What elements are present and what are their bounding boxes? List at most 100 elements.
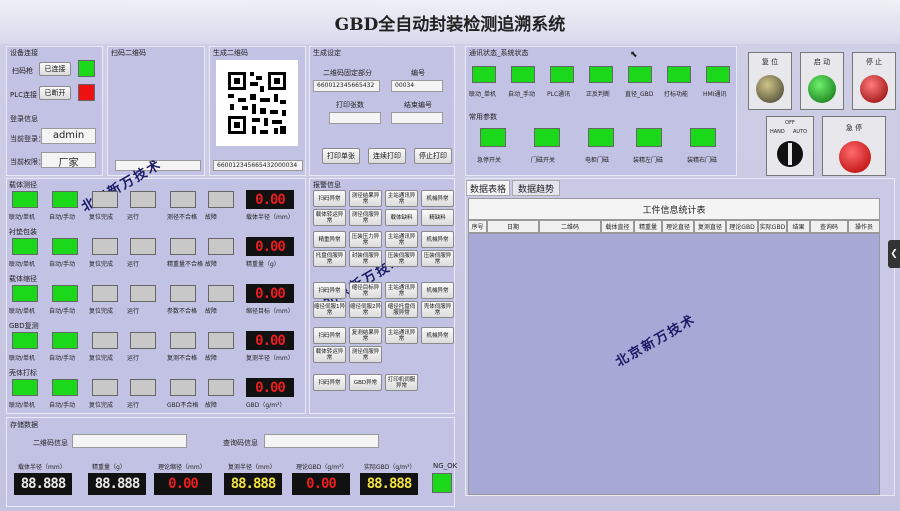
- alarm-item[interactable]: 机械异常: [421, 282, 454, 299]
- qr-section-label: 生成二维码: [213, 49, 248, 57]
- station-led: [208, 285, 234, 302]
- station-led-label: 故障: [205, 214, 218, 221]
- table-column-header[interactable]: 载体直径: [601, 220, 634, 233]
- alarm-item[interactable]: 主站通讯异常: [385, 190, 418, 207]
- title-bar: GBD全自动封装检测追溯系统: [0, 0, 900, 44]
- estop-hw-button[interactable]: 急 停: [822, 116, 886, 176]
- storage-qr-label: 二维码信息: [33, 439, 68, 447]
- stop-hw-button[interactable]: 停 止: [852, 52, 896, 110]
- alarm-item[interactable]: 封装伺服异常: [349, 250, 382, 267]
- station-led-label: 故障: [205, 261, 218, 268]
- comm-led: [550, 66, 574, 83]
- user-field[interactable]: admin: [41, 128, 96, 144]
- print-once-button[interactable]: 打印单张: [322, 148, 360, 164]
- table-column-header[interactable]: 复测直径: [694, 220, 726, 233]
- table-column-header[interactable]: 序号: [468, 220, 487, 233]
- bottom-meter-label: 实际GBD（g/m³）: [364, 464, 416, 471]
- station-led-label: 自动/手动: [49, 402, 76, 409]
- storage-qr-input[interactable]: [72, 434, 187, 448]
- bottom-meter: 88.888: [88, 473, 146, 495]
- tab-data-trend[interactable]: 数据趋势: [512, 180, 560, 196]
- alarm-item[interactable]: 精重异常: [313, 231, 346, 248]
- alarm-item[interactable]: 压装伺服异常: [421, 250, 454, 267]
- scanner-led: [78, 60, 95, 77]
- table-column-header[interactable]: 理论直径: [662, 220, 694, 233]
- alarm-item[interactable]: 缩径目标异常: [349, 282, 382, 299]
- station-led-label: 联动/单机: [9, 261, 36, 268]
- alarm-item[interactable]: 压装伺服异常: [385, 250, 418, 267]
- mode-selector[interactable]: OFF HAND AUTO: [766, 116, 814, 176]
- alarm-item[interactable]: 壳体伺服异常: [421, 301, 454, 318]
- table-column-header[interactable]: 二维码: [539, 220, 601, 233]
- ng-ok-label: NG_OK: [433, 462, 458, 470]
- alarm-item[interactable]: 载体转运异常: [313, 209, 346, 226]
- alarm-item[interactable]: GBD异常: [349, 374, 382, 391]
- station-led: [170, 191, 196, 208]
- login-section-label: 登录信息: [10, 115, 38, 123]
- station-led-label: 联动/单机: [9, 402, 36, 409]
- alarm-item[interactable]: 复测结果异常: [349, 327, 382, 344]
- storage-section-label: 存储数据: [10, 421, 38, 429]
- station-led-label: 联动/单机: [9, 214, 36, 221]
- comm-led: [589, 66, 613, 83]
- selector-handle-icon: [788, 143, 792, 165]
- alarm-item[interactable]: 扫码异常: [313, 282, 346, 299]
- alarm-item[interactable]: 缩径伺服1异常: [313, 301, 346, 318]
- alarm-item[interactable]: 扫码异常: [313, 374, 346, 391]
- number-input[interactable]: 00034: [391, 80, 443, 92]
- alarm-item[interactable]: 机械异常: [421, 327, 454, 344]
- alarm-item[interactable]: 主站通讯异常: [385, 231, 418, 248]
- reset-hw-button[interactable]: 复 位: [748, 52, 792, 110]
- alarm-item[interactable]: 缩径托盘伺服异常: [385, 301, 418, 318]
- alarm-item[interactable]: 缩径伺服2异常: [349, 301, 382, 318]
- fixed-part-input[interactable]: 660012345665432: [313, 80, 380, 92]
- print-continuous-button[interactable]: 连续打印: [368, 148, 406, 164]
- start-hw-button[interactable]: 启 动: [800, 52, 844, 110]
- alarm-item[interactable]: 压装压力异常: [349, 231, 382, 248]
- station-led-label: 复位完成: [89, 214, 114, 221]
- stop-print-button[interactable]: 停止打印: [414, 148, 452, 164]
- station-led: [52, 191, 78, 208]
- station-meter-label: GBD（g/m³）: [246, 402, 286, 409]
- station-led: [12, 285, 38, 302]
- param-label: 门磁开关: [531, 157, 556, 164]
- alarm-item[interactable]: 精缺料: [421, 209, 454, 226]
- alarm-item[interactable]: 机械异常: [421, 231, 454, 248]
- table-column-header[interactable]: 精重量: [634, 220, 662, 233]
- alarm-item[interactable]: 载体缺料: [385, 209, 418, 226]
- table-column-header[interactable]: 理论GBD: [726, 220, 758, 233]
- alarm-item[interactable]: 机械异常: [421, 190, 454, 207]
- alarm-item[interactable]: 测径伺服异常: [349, 209, 382, 226]
- alarm-item[interactable]: 测径结果异常: [349, 190, 382, 207]
- end-number-input[interactable]: [391, 112, 443, 124]
- alarm-item[interactable]: 扫码异常: [313, 327, 346, 344]
- alarm-item[interactable]: 打印机伺服异常: [385, 374, 418, 391]
- station-led-label: 运行: [127, 308, 140, 315]
- perm-field[interactable]: 厂家: [41, 152, 96, 168]
- station-led: [12, 238, 38, 255]
- table-column-header[interactable]: 结果: [787, 220, 810, 233]
- alarm-item[interactable]: 扫码异常: [313, 190, 346, 207]
- plc-status-button[interactable]: 已断开: [39, 86, 71, 100]
- alarm-item[interactable]: 主站通讯异常: [385, 327, 418, 344]
- table-body[interactable]: [468, 233, 880, 495]
- alarm-item[interactable]: 托盘伺服异常: [313, 250, 346, 267]
- side-collapse-icon[interactable]: ❮: [888, 240, 900, 268]
- station-meter: 0.00: [246, 331, 294, 350]
- param-label: 装精右门磁: [687, 157, 718, 164]
- alarm-item[interactable]: 主站通讯异常: [385, 282, 418, 299]
- bottom-meter: 88.888: [360, 473, 418, 495]
- alarm-item[interactable]: 测径伺服异常: [349, 346, 382, 363]
- table-column-header[interactable]: 日期: [487, 220, 539, 233]
- storage-query-input[interactable]: [264, 434, 379, 448]
- table-title: 工件信息统计表: [468, 198, 880, 220]
- table-column-header[interactable]: 实际GBD: [758, 220, 787, 233]
- tab-data-table[interactable]: 数据表格: [466, 180, 510, 196]
- print-count-input[interactable]: [329, 112, 381, 124]
- scanner-status-button[interactable]: 已连接: [39, 62, 71, 76]
- station-meter: 0.00: [246, 284, 294, 303]
- alarm-item[interactable]: 载体转运异常: [313, 346, 346, 363]
- table-column-header[interactable]: 查询码: [810, 220, 848, 233]
- table-column-header[interactable]: 操作员: [848, 220, 880, 233]
- station-led: [208, 191, 234, 208]
